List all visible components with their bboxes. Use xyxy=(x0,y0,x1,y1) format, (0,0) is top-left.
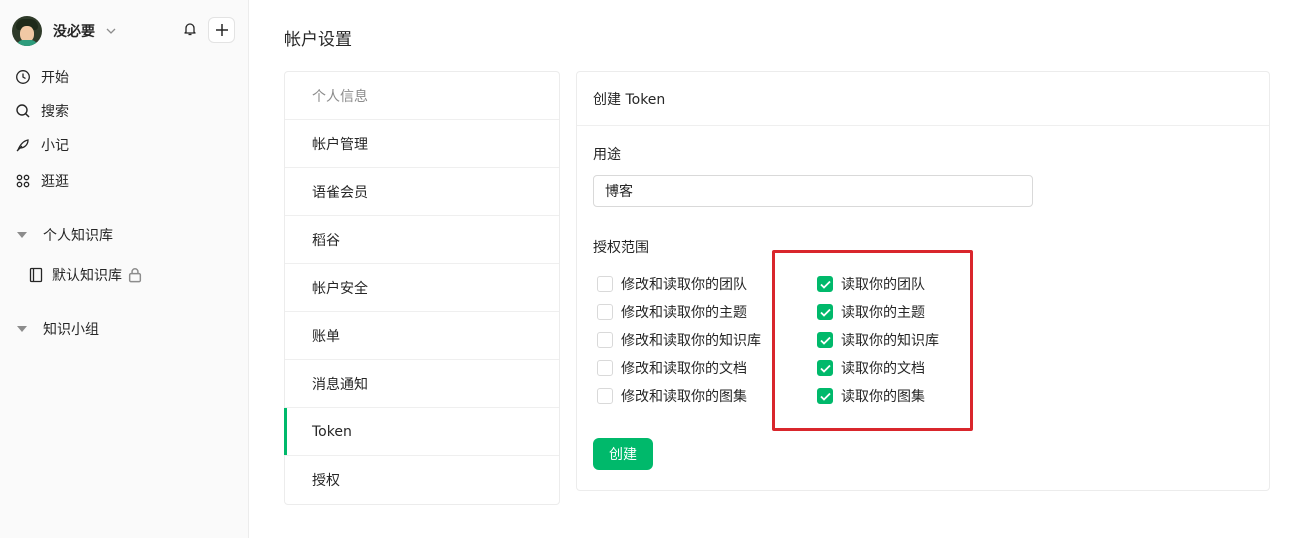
scope-write-topic-label: 修改和读取你的主题 xyxy=(621,305,747,321)
menu-item-profile[interactable]: 个人信息 xyxy=(285,72,559,120)
nav-search-label: 搜索 xyxy=(41,104,69,120)
caret-down-icon[interactable] xyxy=(17,232,27,238)
scope-write-album-label: 修改和读取你的图集 xyxy=(621,389,747,405)
settings-menu: 个人信息 帐户管理 语雀会员 稻谷 帐户安全 账单 消息通知 Token 授权 xyxy=(284,71,560,505)
scope-write-album[interactable]: 修改和读取你的图集 xyxy=(597,387,747,405)
section-personal-library-label: 个人知识库 xyxy=(43,228,113,244)
purpose-input[interactable] xyxy=(593,175,1033,207)
scope-write-team[interactable]: 修改和读取你的团队 xyxy=(597,275,747,293)
caret-down-icon[interactable] xyxy=(17,326,27,332)
chevron-down-icon[interactable] xyxy=(105,25,117,37)
scope-label: 授权范围 xyxy=(593,240,649,256)
user-menu[interactable]: 没必要 xyxy=(12,14,238,48)
section-groups-label: 知识小组 xyxy=(43,322,99,338)
checkbox[interactable] xyxy=(597,332,613,348)
bell-icon[interactable] xyxy=(182,21,198,37)
avatar[interactable] xyxy=(12,16,42,46)
nav-search[interactable]: 搜索 xyxy=(15,100,69,122)
section-groups[interactable]: 知识小组 xyxy=(15,318,99,340)
search-icon xyxy=(16,104,30,118)
annotation-highlight-box xyxy=(772,250,973,431)
scope-write-doc[interactable]: 修改和读取你的文档 xyxy=(597,359,747,377)
checkbox[interactable] xyxy=(597,304,613,320)
scope-write-library[interactable]: 修改和读取你的知识库 xyxy=(597,331,761,349)
add-button[interactable] xyxy=(208,17,235,43)
menu-item-account-management[interactable]: 帐户管理 xyxy=(285,120,559,168)
checkbox[interactable] xyxy=(597,360,613,376)
create-button[interactable]: 创建 xyxy=(593,438,653,470)
sidebar: 没必要 开始 搜索 小记 逛逛 个人知识库 默认知识库 知识小组 xyxy=(0,0,249,538)
checkbox[interactable] xyxy=(597,388,613,404)
nav-start-label: 开始 xyxy=(41,70,69,86)
panel-title: 创建 Token xyxy=(577,72,1269,126)
username[interactable]: 没必要 xyxy=(53,21,95,41)
scope-write-topic[interactable]: 修改和读取你的主题 xyxy=(597,303,747,321)
nav-explore-label: 逛逛 xyxy=(41,174,69,190)
nav-explore[interactable]: 逛逛 xyxy=(15,170,69,192)
scope-write-doc-label: 修改和读取你的文档 xyxy=(621,361,747,377)
sidebar-item-default-library[interactable]: 默认知识库 xyxy=(28,264,151,286)
menu-item-rice[interactable]: 稻谷 xyxy=(285,216,559,264)
grid-icon xyxy=(16,174,30,188)
menu-item-membership[interactable]: 语雀会员 xyxy=(285,168,559,216)
menu-item-token[interactable]: Token xyxy=(284,408,559,456)
scope-write-team-label: 修改和读取你的团队 xyxy=(621,277,747,293)
nav-notes-label: 小记 xyxy=(41,138,69,154)
purpose-label: 用途 xyxy=(593,147,621,163)
lock-icon xyxy=(128,268,142,283)
nav-start[interactable]: 开始 xyxy=(15,66,69,88)
checkbox[interactable] xyxy=(597,276,613,292)
menu-item-authorization[interactable]: 授权 xyxy=(285,456,559,504)
section-personal-library[interactable]: 个人知识库 xyxy=(15,224,113,246)
nav-notes[interactable]: 小记 xyxy=(15,134,69,156)
menu-item-account-security[interactable]: 帐户安全 xyxy=(285,264,559,312)
menu-item-billing[interactable]: 账单 xyxy=(285,312,559,360)
feather-icon xyxy=(16,139,29,152)
plus-icon xyxy=(215,24,228,36)
clock-icon xyxy=(16,70,30,84)
sidebar-item-default-library-label: 默认知识库 xyxy=(52,268,122,284)
book-icon xyxy=(29,267,43,283)
page-title: 帐户设置 xyxy=(284,30,352,50)
scope-write-library-label: 修改和读取你的知识库 xyxy=(621,333,761,349)
menu-item-notifications[interactable]: 消息通知 xyxy=(285,360,559,408)
